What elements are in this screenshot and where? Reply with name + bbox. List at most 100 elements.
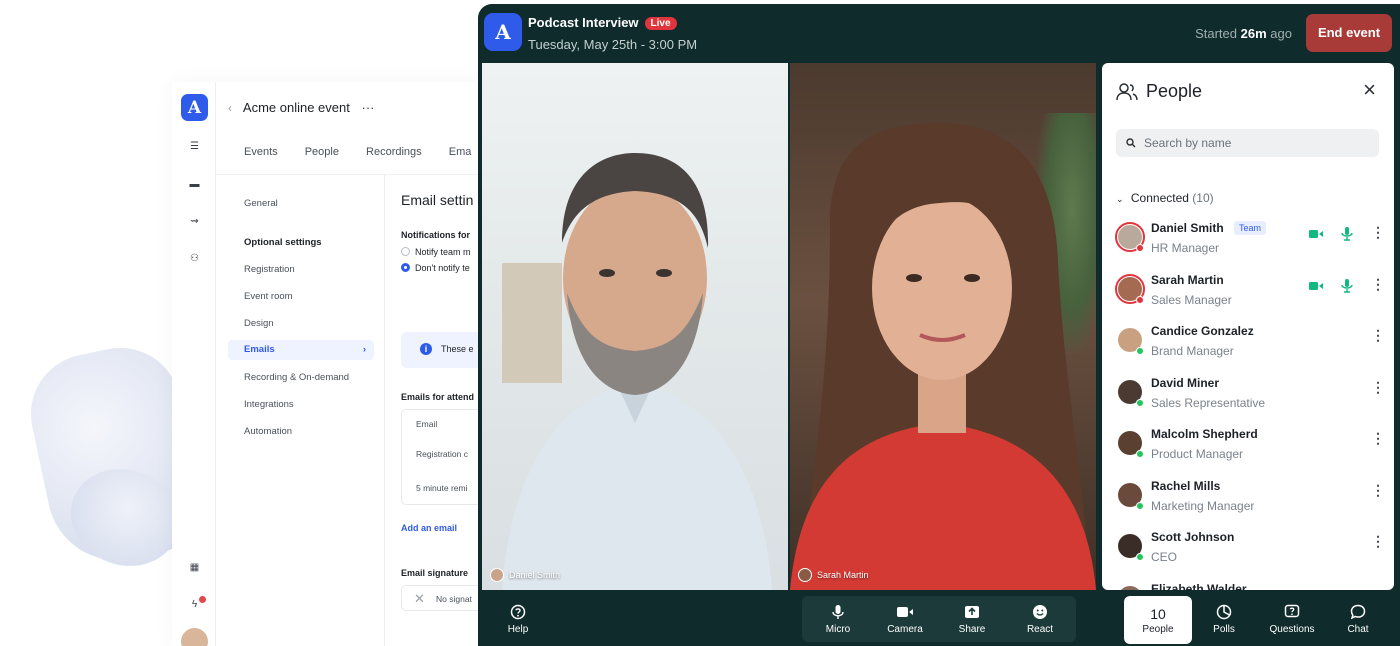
status-dot xyxy=(1136,347,1144,355)
started-duration: 26m xyxy=(1240,26,1267,41)
tab-events[interactable]: Events xyxy=(244,146,278,158)
nav-automation[interactable]: Automation xyxy=(244,426,292,437)
more-options-icon[interactable]: ⋮ xyxy=(1371,380,1385,394)
help-button[interactable]: Help xyxy=(498,598,538,644)
list-item[interactable]: Scott Johnson CEO ⋮ xyxy=(1116,530,1386,576)
status-dot xyxy=(1136,450,1144,458)
tab-emails[interactable]: Ema xyxy=(449,146,472,158)
nav-optional-header: Optional settings xyxy=(244,237,322,248)
person-role: Sales Manager xyxy=(1151,293,1232,307)
team-badge: Team xyxy=(1234,221,1267,235)
call-title: Podcast Interview xyxy=(528,15,639,30)
avatar xyxy=(490,568,504,582)
table-row[interactable]: 5 minute remi xyxy=(416,483,468,493)
nav-integrations[interactable]: Integrations xyxy=(244,399,294,410)
list-item[interactable]: Candice Gonzalez Brand Manager ⋮ xyxy=(1116,324,1386,370)
event-title: Podcast Interview Live xyxy=(528,15,677,30)
status-dot xyxy=(1136,244,1144,252)
person-name: Malcolm Shepherd xyxy=(1151,427,1258,441)
connected-group-toggle[interactable]: ⌄ Connected (10) xyxy=(1116,191,1214,205)
person-role: Sales Representative xyxy=(1151,396,1266,410)
back-chevron-icon[interactable]: ‹ xyxy=(228,101,232,115)
nav-design[interactable]: Design xyxy=(244,318,274,329)
nav-general[interactable]: General xyxy=(244,198,278,209)
bolt-icon[interactable]: ϟ xyxy=(189,600,200,610)
table-header: Email xyxy=(416,419,438,429)
screen: A ☰ ▬ ⇝ ⚇ ▦ ϟ ‹ Acme online event ··· Ev… xyxy=(0,0,1400,646)
search-input[interactable]: Search by name xyxy=(1116,129,1379,157)
camera-on-icon[interactable] xyxy=(1309,229,1323,239)
table-row[interactable]: Registration c xyxy=(416,449,468,459)
nav-recording[interactable]: Recording & On-demand xyxy=(244,372,349,383)
app-logo[interactable]: A xyxy=(181,94,208,121)
app-logo[interactable]: A xyxy=(484,13,522,51)
microphone-on-icon[interactable] xyxy=(1341,227,1353,241)
nav-emails-label: Emails xyxy=(244,344,275,355)
radio-icon xyxy=(401,247,410,256)
person-role: CEO xyxy=(1151,550,1178,564)
chat-button[interactable]: Chat xyxy=(1338,598,1378,644)
close-icon[interactable]: × xyxy=(1363,79,1376,101)
nav-registration[interactable]: Registration xyxy=(244,264,295,275)
person-role: HR Manager xyxy=(1151,241,1220,255)
list-item[interactable]: Malcolm Shepherd Product Manager ⋮ xyxy=(1116,427,1386,473)
list-item[interactable]: David Miner Sales Representative ⋮ xyxy=(1116,376,1386,422)
divider xyxy=(384,175,385,646)
people-icon xyxy=(1116,82,1138,100)
avatar xyxy=(1118,586,1142,590)
person-name: Elizabeth Walder xyxy=(1151,582,1247,590)
event-settings-window: A ☰ ▬ ⇝ ⚇ ▦ ϟ ‹ Acme online event ··· Ev… xyxy=(172,82,521,646)
help-icon xyxy=(510,604,526,620)
list-item[interactable]: Rachel Mills Marketing Manager ⋮ xyxy=(1116,479,1386,525)
end-event-button[interactable]: End event xyxy=(1306,14,1392,52)
users-icon[interactable]: ⚇ xyxy=(189,254,200,264)
person-name: Rachel Mills xyxy=(1151,479,1221,493)
more-options-icon[interactable]: ⋮ xyxy=(1371,483,1385,497)
more-options-icon[interactable]: ⋮ xyxy=(1371,277,1385,291)
person-name: Sarah Martin xyxy=(1151,273,1224,287)
video-tile-sarah[interactable]: Sarah Martin xyxy=(790,63,1096,590)
questions-button[interactable]: Questions xyxy=(1262,598,1322,644)
more-options-icon[interactable]: ⋮ xyxy=(1371,328,1385,342)
more-options-icon[interactable]: ⋮ xyxy=(1371,225,1385,239)
grid-icon[interactable]: ▦ xyxy=(189,563,200,573)
share-button[interactable]: Share xyxy=(950,598,994,644)
add-email-link[interactable]: Add an email xyxy=(401,523,457,533)
event-title: Acme online event xyxy=(242,100,350,115)
search-icon xyxy=(1126,138,1136,148)
react-button[interactable]: React xyxy=(1018,598,1062,644)
microphone-on-icon[interactable] xyxy=(1341,279,1353,293)
person-name: David Miner xyxy=(1151,376,1220,390)
started-status: Started 26m ago xyxy=(1195,26,1292,41)
micro-button[interactable]: Micro xyxy=(816,598,860,644)
list-item[interactable]: Elizabeth Walder xyxy=(1116,582,1386,590)
list-item[interactable]: Sarah Martin Sales Manager ⋮ xyxy=(1115,273,1386,319)
more-options-icon[interactable]: ⋮ xyxy=(1371,534,1385,548)
tab-people[interactable]: People xyxy=(305,146,339,158)
camera-button[interactable]: Camera xyxy=(880,598,930,644)
video-tile-daniel[interactable]: Daniel Smith xyxy=(482,63,788,590)
list-icon[interactable]: ☰ xyxy=(189,142,200,152)
avatar[interactable] xyxy=(181,628,208,646)
panel-title: People xyxy=(1146,81,1203,101)
more-options-icon[interactable]: ⋮ xyxy=(1371,431,1385,445)
flow-icon[interactable]: ⇝ xyxy=(189,217,200,227)
panel-header: People xyxy=(1116,81,1202,102)
calendar-icon[interactable]: ▬ xyxy=(189,180,200,190)
live-badge: Live xyxy=(644,17,677,30)
polls-button[interactable]: Polls xyxy=(1204,598,1244,644)
nav-emails[interactable]: Emails › xyxy=(228,340,374,360)
radio-selected-icon xyxy=(401,263,410,272)
event-date: Tuesday, May 25th - 3:00 PM xyxy=(528,37,698,52)
event-tabs: Events People Recordings Ema xyxy=(244,146,495,158)
people-tab-button[interactable]: 10 People xyxy=(1124,596,1192,644)
microphone-icon xyxy=(832,605,844,619)
people-panel: People × Search by name ⌄ Connected (10) xyxy=(1102,63,1394,590)
people-count: 10 xyxy=(1150,606,1166,622)
more-icon[interactable]: ··· xyxy=(361,100,374,115)
info-icon: i xyxy=(420,343,432,355)
nav-event-room[interactable]: Event room xyxy=(244,291,293,302)
tab-recordings[interactable]: Recordings xyxy=(366,146,422,158)
camera-on-icon[interactable] xyxy=(1309,281,1323,291)
list-item[interactable]: Daniel Smith Team HR Manager ⋮ xyxy=(1115,221,1386,267)
